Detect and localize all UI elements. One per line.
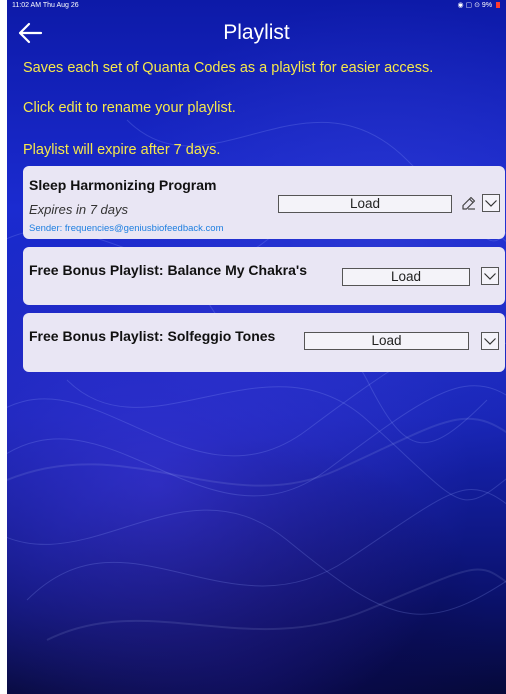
load-button[interactable]: Load — [304, 332, 469, 350]
playlist-name: Free Bonus Playlist: Balance My Chakra's — [29, 262, 307, 278]
playlist-name: Sleep Harmonizing Program — [29, 177, 217, 193]
info-text-expire: Playlist will expire after 7 days. — [23, 142, 221, 158]
playlist-expires: Expires in 7 days — [29, 202, 128, 217]
playlist-card[interactable]: Free Bonus Playlist: Balance My Chakra's… — [23, 247, 505, 305]
info-text-save: Saves each set of Quanta Codes as a play… — [23, 60, 434, 76]
chevron-down-icon — [481, 267, 499, 285]
status-bar: 11:02 AM Thu Aug 26 ◉ ▢ ⊙ 9% — [7, 0, 506, 12]
chevron-down-icon — [482, 194, 500, 212]
playlist-card[interactable]: Sleep Harmonizing Program Expires in 7 d… — [23, 166, 505, 239]
battery-icon — [496, 2, 500, 9]
load-button[interactable]: Load — [278, 195, 452, 213]
load-button[interactable]: Load — [342, 268, 470, 286]
expand-button[interactable] — [482, 194, 500, 212]
playlist-card[interactable]: Free Bonus Playlist: Solfeggio Tones Loa… — [23, 313, 505, 372]
expand-button[interactable] — [481, 267, 499, 285]
status-indicator-icons: ◉ ▢ ⊙ 9% — [457, 2, 493, 9]
playlist-sender[interactable]: Sender: frequencies@geniusbiofeedback.co… — [29, 223, 224, 234]
status-time: 11:02 AM Thu Aug 26 — [12, 2, 79, 9]
edit-button[interactable] — [460, 195, 477, 212]
page-title: Playlist — [223, 21, 290, 44]
chevron-down-icon — [481, 332, 499, 350]
expand-button[interactable] — [481, 332, 499, 350]
pencil-edit-icon — [462, 196, 476, 210]
status-indicators: ◉ ▢ ⊙ 9% — [457, 0, 500, 12]
app-screen: 11:02 AM Thu Aug 26 ◉ ▢ ⊙ 9% Playlist Sa… — [7, 0, 506, 694]
playlist-name: Free Bonus Playlist: Solfeggio Tones — [29, 328, 276, 344]
info-text-edit: Click edit to rename your playlist. — [23, 100, 236, 116]
